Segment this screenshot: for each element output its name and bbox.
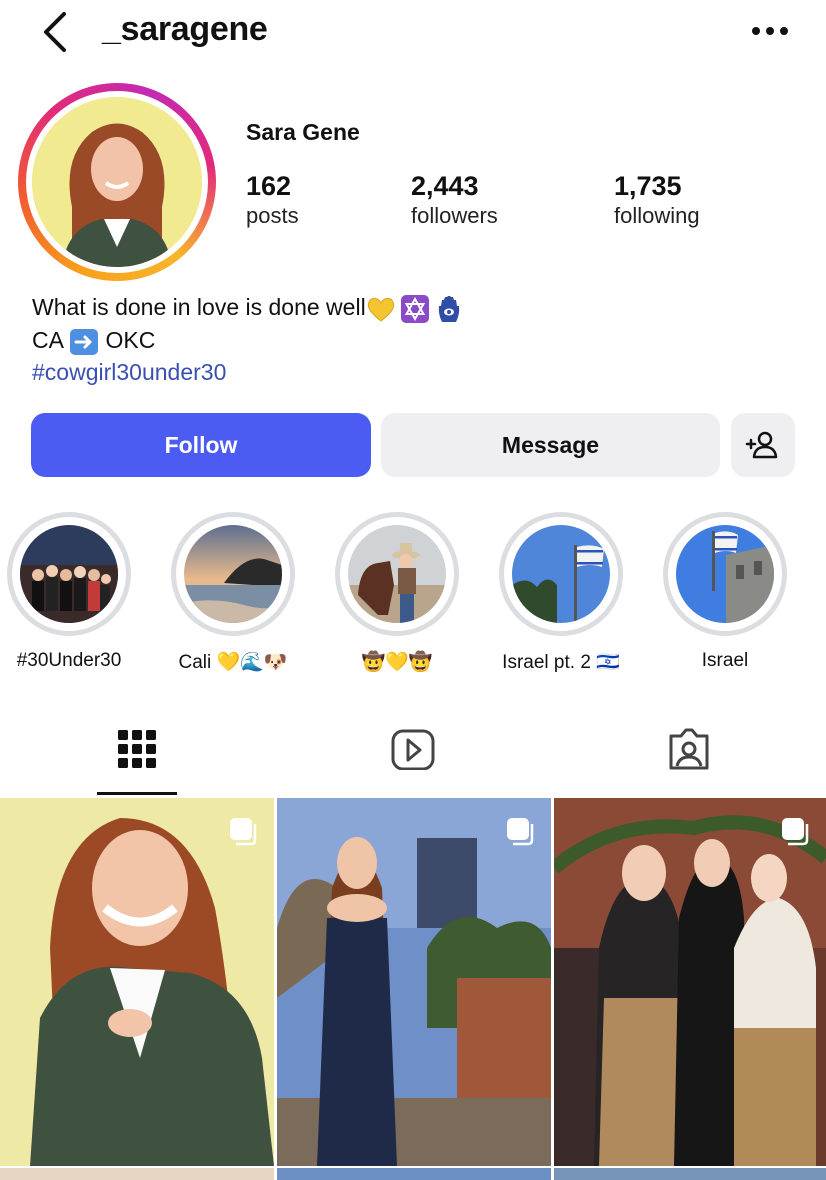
highlight-cover xyxy=(512,525,610,623)
followers-stat[interactable]: 2,443 followers xyxy=(411,170,498,230)
highlight-cover xyxy=(20,525,118,623)
message-button[interactable]: Message xyxy=(381,413,720,477)
following-stat[interactable]: 1,735 following xyxy=(614,170,700,230)
following-label: following xyxy=(614,203,700,228)
highlight-label: Cali 💛🌊🐶 xyxy=(178,652,288,673)
tab-posts-grid[interactable] xyxy=(97,722,177,792)
profile-header: _saragene xyxy=(0,0,826,70)
back-arrow-icon[interactable] xyxy=(34,8,78,56)
highlight-ring xyxy=(335,512,459,636)
post-thumbnail[interactable] xyxy=(277,1168,551,1180)
tab-tagged[interactable] xyxy=(649,722,729,792)
active-tab-indicator xyxy=(97,792,177,795)
bio-destination: OKC xyxy=(105,326,156,353)
posts-count: 162 xyxy=(246,171,292,201)
bio-origin: CA xyxy=(32,326,63,353)
grid-icon xyxy=(118,730,156,768)
post-image xyxy=(554,798,826,1166)
post-thumbnail[interactable] xyxy=(554,1168,826,1180)
multiple-photos-icon xyxy=(782,818,809,846)
add-person-icon xyxy=(745,431,778,459)
post-thumbnail[interactable] xyxy=(277,798,551,1166)
highlight-ring xyxy=(171,512,295,636)
highlight-cover xyxy=(348,525,446,623)
bio-text: What is done in love is done well xyxy=(32,294,366,320)
highlight-ring xyxy=(663,512,787,636)
post-thumbnail[interactable] xyxy=(0,1168,274,1180)
more-options-icon[interactable] xyxy=(748,16,792,46)
followers-label: followers xyxy=(411,203,498,228)
profile-bio: What is done in love is done well CA OKC… xyxy=(32,291,464,388)
tagged-icon xyxy=(669,728,709,770)
hamsa-icon xyxy=(438,295,459,322)
username-title: _saragene xyxy=(102,10,268,48)
highlight-cover xyxy=(676,525,774,623)
profile-avatar[interactable] xyxy=(32,97,202,267)
story-ring[interactable] xyxy=(18,83,216,281)
highlight-label: Israel xyxy=(701,650,749,671)
yellow-heart-icon xyxy=(367,297,394,322)
posts-label: posts xyxy=(246,203,299,228)
follow-button[interactable]: Follow xyxy=(31,413,371,477)
bio-line-2: CA OKC xyxy=(32,324,464,356)
multiple-photos-icon xyxy=(507,818,534,846)
highlight-label: #30Under30 xyxy=(16,650,122,671)
highlight-cowboy[interactable]: 🤠💛🤠 xyxy=(333,512,461,674)
post-image xyxy=(0,798,274,1166)
post-thumbnail[interactable] xyxy=(554,798,826,1166)
highlight-label: 🤠💛🤠 xyxy=(361,652,433,673)
following-count: 1,735 xyxy=(614,171,682,201)
highlight-30under30[interactable]: #30Under30 xyxy=(5,512,133,672)
post-image xyxy=(277,798,551,1166)
highlight-ring xyxy=(7,512,131,636)
multiple-photos-icon xyxy=(230,818,257,846)
tab-reels[interactable] xyxy=(373,722,453,792)
highlight-cover xyxy=(184,525,282,623)
posts-stat[interactable]: 162 posts xyxy=(246,170,299,230)
highlight-israel[interactable]: Israel xyxy=(661,512,789,672)
highlight-cali[interactable]: Cali 💛🌊🐶 xyxy=(169,512,297,674)
star-of-david-icon xyxy=(400,294,429,323)
add-user-button[interactable] xyxy=(731,413,795,477)
bio-line-1: What is done in love is done well xyxy=(32,291,464,324)
followers-count: 2,443 xyxy=(411,171,479,201)
highlight-label: Israel pt. 2 🇮🇱 xyxy=(502,652,620,673)
profile-full-name: Sara Gene xyxy=(246,119,360,145)
bio-hashtag-link[interactable]: #cowgirl30under30 xyxy=(32,356,464,388)
highlight-ring xyxy=(499,512,623,636)
right-arrow-emoji-icon xyxy=(70,328,99,355)
post-thumbnail[interactable] xyxy=(0,798,274,1166)
highlight-israel-pt2[interactable]: Israel pt. 2 🇮🇱 xyxy=(497,512,625,674)
reels-icon xyxy=(391,729,435,770)
